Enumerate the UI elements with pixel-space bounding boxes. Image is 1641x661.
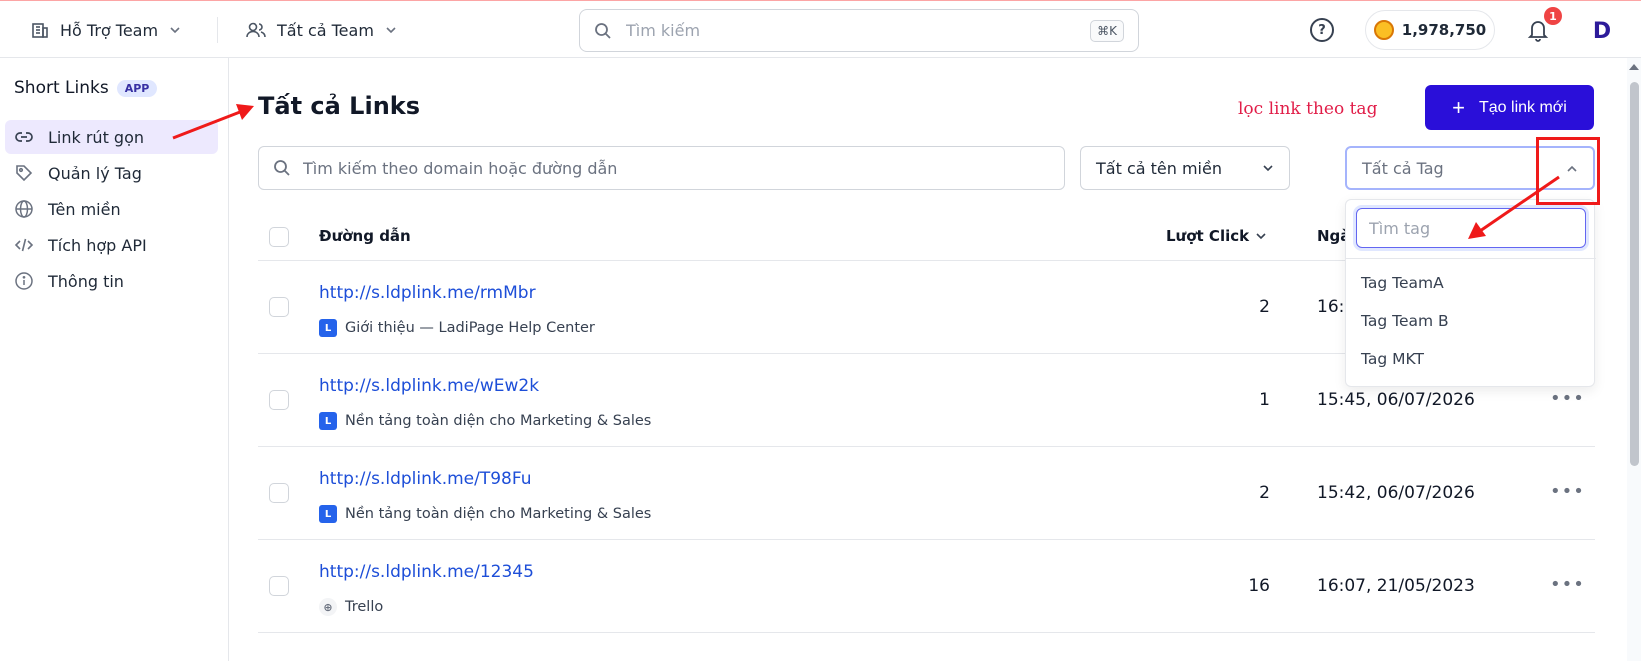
table-row: http://s.ldplink.me/12345 ⊕ Trello 16 16… [258, 540, 1595, 633]
chevron-down-icon [170, 27, 180, 34]
building-icon [32, 23, 48, 38]
help-icon[interactable]: ? [1310, 18, 1334, 42]
row-checkbox[interactable] [269, 297, 289, 317]
more-actions-icon[interactable]: ••• [1550, 574, 1585, 595]
short-link-url[interactable]: http://s.ldplink.me/rmMbr [319, 283, 536, 303]
credits-balance[interactable]: 1,978,750 [1365, 10, 1495, 50]
topbar-divider [217, 17, 218, 43]
search-icon [595, 22, 611, 39]
click-count: 2 [1259, 483, 1270, 503]
click-count: 1 [1259, 390, 1270, 410]
notification-badge: 1 [1544, 7, 1562, 25]
row-checkbox[interactable] [269, 390, 289, 410]
short-link-url[interactable]: http://s.ldplink.me/T98Fu [319, 469, 532, 489]
tag-option[interactable]: Tag Team B [1361, 312, 1449, 330]
coin-icon [1373, 20, 1394, 40]
created-date: 15:42, 06/07/2026 [1317, 483, 1475, 503]
tag-icon [14, 163, 34, 183]
select-all-checkbox[interactable] [269, 227, 289, 247]
app-badge: APP [116, 79, 158, 97]
created-date: 16:07, 21/05/2023 [1317, 576, 1475, 596]
sidebar-title-text: Short Links [14, 78, 109, 98]
tag-search-field[interactable] [1356, 208, 1586, 248]
plus-icon: + [1452, 94, 1465, 120]
globe-favicon-icon: ⊕ [319, 598, 337, 616]
sidebar-item-label: Link rút gọn [48, 127, 145, 147]
workspace-switcher[interactable]: Hỗ Trợ Team [30, 16, 182, 44]
credits-value: 1,978,750 [1401, 21, 1487, 39]
globe-icon [14, 199, 34, 219]
team-switcher[interactable]: Tất cả Team [245, 16, 398, 44]
column-header-clicks[interactable]: Lượt Click [1166, 227, 1267, 245]
users-icon [246, 22, 266, 38]
short-link-url[interactable]: http://s.ldplink.me/12345 [319, 562, 534, 582]
click-count: 16 [1248, 576, 1270, 596]
sidebar-item-label: Thông tin [48, 271, 124, 291]
sidebar-item-label: Tên miền [48, 199, 121, 219]
annotation-highlight-box [1536, 137, 1600, 205]
global-search-input[interactable] [626, 21, 1066, 40]
top-bar: Hỗ Trợ Team Tất cả Team ⌘K ? 1,978,750 1… [0, 0, 1641, 58]
table-row: http://s.ldplink.me/T98Fu L Nền tảng toà… [258, 447, 1595, 540]
info-icon [14, 271, 34, 291]
code-icon [14, 235, 34, 255]
more-actions-icon[interactable]: ••• [1550, 481, 1585, 502]
create-link-button[interactable]: + Tạo link mới [1425, 85, 1594, 130]
domain-filter-select[interactable]: Tất cả tên miền [1080, 146, 1290, 190]
sidebar-item-label: Quản lý Tag [48, 163, 142, 183]
search-shortcut-hint: ⌘K [1090, 20, 1124, 42]
short-link-url[interactable]: http://s.ldplink.me/wEw2k [319, 376, 539, 396]
ladipage-favicon-icon: L [319, 412, 337, 430]
link-description: L Nền tảng toàn diện cho Marketing & Sal… [319, 412, 651, 430]
row-checkbox[interactable] [269, 576, 289, 596]
ladipage-favicon-icon: L [319, 319, 337, 337]
chevron-down-icon [1263, 165, 1273, 172]
click-count: 2 [1259, 297, 1270, 317]
workspace-label: Hỗ Trợ Team [60, 20, 159, 40]
column-header-clicks-label: Lượt Click [1166, 227, 1250, 245]
tag-dropdown: Tag TeamA Tag Team B Tag MKT [1345, 199, 1596, 387]
link-description: ⊕ Trello [319, 598, 383, 616]
sidebar: Short Links APP Link rút gọn Quản lý Tag… [0, 58, 229, 661]
created-date: 15:45, 06/07/2026 [1317, 390, 1475, 410]
link-description-text: Nền tảng toàn diện cho Marketing & Sales [345, 506, 652, 522]
row-checkbox[interactable] [269, 483, 289, 503]
search-icon [274, 160, 290, 176]
sort-chevron-icon [1256, 233, 1266, 240]
link-search-input[interactable] [303, 158, 1043, 178]
sidebar-item-info[interactable]: Thông tin [5, 264, 218, 298]
tag-option[interactable]: Tag TeamA [1361, 274, 1444, 292]
dropdown-divider [1346, 258, 1596, 259]
link-description: L Giới thiệu — LadiPage Help Center [319, 319, 595, 337]
ladipage-favicon-icon: L [319, 505, 337, 523]
tag-filter-value: Tất cả Tag [1362, 158, 1444, 178]
sidebar-title: Short Links APP [14, 78, 158, 98]
sidebar-item-domains[interactable]: Tên miền [5, 192, 218, 226]
link-description: L Nền tảng toàn diện cho Marketing & Sal… [319, 505, 651, 523]
link-description-text: Trello [345, 599, 384, 615]
scroll-up-icon[interactable] [1629, 64, 1639, 70]
sidebar-item-label: Tích hợp API [48, 235, 147, 255]
link-description-text: Giới thiệu — LadiPage Help Center [345, 320, 595, 336]
sidebar-item-short-links[interactable]: Link rút gọn [5, 120, 218, 154]
tag-search-input[interactable] [1369, 218, 1569, 238]
more-actions-icon[interactable]: ••• [1550, 388, 1585, 409]
column-header-path: Đường dẫn [319, 227, 411, 245]
sidebar-item-api[interactable]: Tích hợp API [5, 228, 218, 262]
link-search[interactable] [258, 146, 1065, 190]
team-label: Tất cả Team [277, 20, 374, 40]
sidebar-item-tags[interactable]: Quản lý Tag [5, 156, 218, 190]
link-icon [14, 127, 34, 147]
scrollbar-thumb[interactable] [1630, 82, 1639, 466]
avatar[interactable]: D [1586, 15, 1618, 47]
chevron-down-icon [386, 27, 396, 34]
create-link-label: Tạo link mới [1479, 98, 1567, 116]
page-title: Tất cả Links [258, 92, 421, 120]
annotation-text: lọc link theo tag [1238, 99, 1378, 119]
domain-filter-value: Tất cả tên miền [1096, 158, 1222, 178]
tag-option[interactable]: Tag MKT [1361, 350, 1424, 368]
global-search[interactable]: ⌘K [579, 9, 1139, 52]
link-description-text: Nền tảng toàn diện cho Marketing & Sales [345, 413, 652, 429]
